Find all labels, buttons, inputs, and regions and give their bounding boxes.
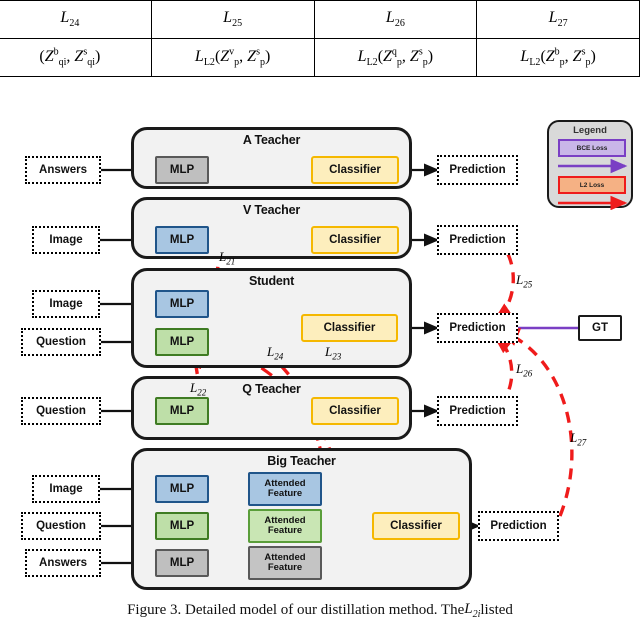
header-sub-2: 26 <box>394 18 405 30</box>
table-body-cell-0: (Zbqi, Zsqi) <box>0 38 152 77</box>
table-header-cell-3: L27 <box>476 0 640 39</box>
mlp-a-teacher[interactable]: MLP <box>155 156 209 184</box>
input-question-big[interactable]: Question <box>21 512 101 540</box>
input-image-big[interactable]: Image <box>32 475 100 503</box>
caption-text-before: Figure 3. Detailed model of our distilla… <box>127 602 465 618</box>
classifier-student[interactable]: Classifier <box>301 314 398 342</box>
header-sub-1: 25 <box>232 18 243 30</box>
loss-label-l23: L23 <box>325 344 342 362</box>
table-header-cell-1: L25 <box>150 0 315 39</box>
formula-0: (Zbqi, Zsqi) <box>39 46 101 69</box>
header-symbol-3: L <box>548 9 558 27</box>
mlp-v-teacher[interactable]: MLP <box>155 226 209 254</box>
input-answers-big[interactable]: Answers <box>25 549 101 577</box>
panel-title-student: Student <box>248 274 295 288</box>
figure-caption: Figure 3. Detailed model of our distilla… <box>0 596 640 625</box>
classifier-big-teacher[interactable]: Classifier <box>372 512 460 540</box>
input-question-q[interactable]: Question <box>21 397 101 425</box>
panel-title-big-teacher: Big Teacher <box>267 454 336 468</box>
panel-title-q-teacher: Q Teacher <box>242 382 301 396</box>
loss-label-l26: L26 <box>516 361 533 379</box>
mlp-student-question[interactable]: MLP <box>155 328 209 356</box>
mlp-student-image[interactable]: MLP <box>155 290 209 318</box>
prediction-v-teacher[interactable]: Prediction <box>437 225 518 255</box>
panel-title-v-teacher: V Teacher <box>242 203 301 217</box>
prediction-student[interactable]: Prediction <box>437 313 518 343</box>
attended-feature-image[interactable]: Attended Feature <box>248 472 322 506</box>
classifier-q-teacher[interactable]: Classifier <box>311 397 399 425</box>
attended-feature-question[interactable]: Attended Feature <box>248 509 322 543</box>
caption-math: L2i <box>464 601 481 620</box>
mlp-q-teacher[interactable]: MLP <box>155 397 209 425</box>
attended-feature-answers[interactable]: Attended Feature <box>248 546 322 580</box>
table-body-cell-1: LL2(Zvp, Zsp) <box>150 38 315 77</box>
mlp-big-question[interactable]: MLP <box>155 512 209 540</box>
header-sub-0: 24 <box>69 18 80 30</box>
ground-truth-box[interactable]: GT <box>578 315 622 341</box>
header-symbol-2: L <box>385 9 395 27</box>
table-header-row: L24 L25 L26 L27 <box>0 0 640 39</box>
input-image-v[interactable]: Image <box>32 226 100 254</box>
table-body-row: (Zbqi, Zsqi) LL2(Zvp, Zsp) LL2(Zqp, Zsp)… <box>0 38 640 77</box>
input-image-student[interactable]: Image <box>32 290 100 318</box>
classifier-a-teacher[interactable]: Classifier <box>311 156 399 184</box>
loss-label-l25: L25 <box>516 272 533 290</box>
table-header-cell-2: L26 <box>313 0 478 39</box>
header-symbol-1: L <box>223 9 233 27</box>
mlp-big-answers[interactable]: MLP <box>155 549 209 577</box>
mlp-big-image[interactable]: MLP <box>155 475 209 503</box>
table-header-cell-0: L24 <box>0 0 152 39</box>
legend-panel: Legend BCE Loss L2 Loss <box>547 120 633 210</box>
input-question-student[interactable]: Question <box>21 328 101 356</box>
table-body-cell-2: LL2(Zqp, Zsp) <box>313 38 478 77</box>
caption-text-after: listed <box>480 602 513 618</box>
loss-definition-table: L24 L25 L26 L27 (Zbqi, Zsqi) LL2(Zvp, Zs… <box>0 0 640 77</box>
formula-2: LL2(Zqp, Zsp) <box>357 46 434 69</box>
attended-feature-line2: Feature <box>267 562 303 573</box>
prediction-q-teacher[interactable]: Prediction <box>437 396 518 426</box>
loss-table: L24 L25 L26 L27 (Zbqi, Zsqi) LL2(Zvp, Zs… <box>0 0 640 77</box>
header-sub-3: 27 <box>557 18 568 30</box>
prediction-big-teacher[interactable]: Prediction <box>478 511 559 541</box>
attended-feature-line2: Feature <box>267 525 303 536</box>
formula-3: LL2(Zbp, Zsp) <box>520 46 596 69</box>
table-body-cell-3: LL2(Zbp, Zsp) <box>476 38 640 77</box>
loss-label-l21: L21 <box>219 249 236 267</box>
attended-feature-line2: Feature <box>267 488 303 499</box>
legend-arrows <box>558 158 628 210</box>
distillation-diagram: A Teacher Answers MLP Classifier Predict… <box>0 76 640 595</box>
prediction-a-teacher[interactable]: Prediction <box>437 155 518 185</box>
formula-1: LL2(Zvp, Zsp) <box>194 46 271 69</box>
loss-label-l24: L24 <box>267 344 284 362</box>
header-symbol-0: L <box>60 9 70 27</box>
loss-label-l27: L27 <box>570 430 587 448</box>
panel-title-a-teacher: A Teacher <box>242 133 301 147</box>
loss-label-l22: L22 <box>190 380 207 398</box>
input-answers-a[interactable]: Answers <box>25 156 101 184</box>
classifier-v-teacher[interactable]: Classifier <box>311 226 399 254</box>
